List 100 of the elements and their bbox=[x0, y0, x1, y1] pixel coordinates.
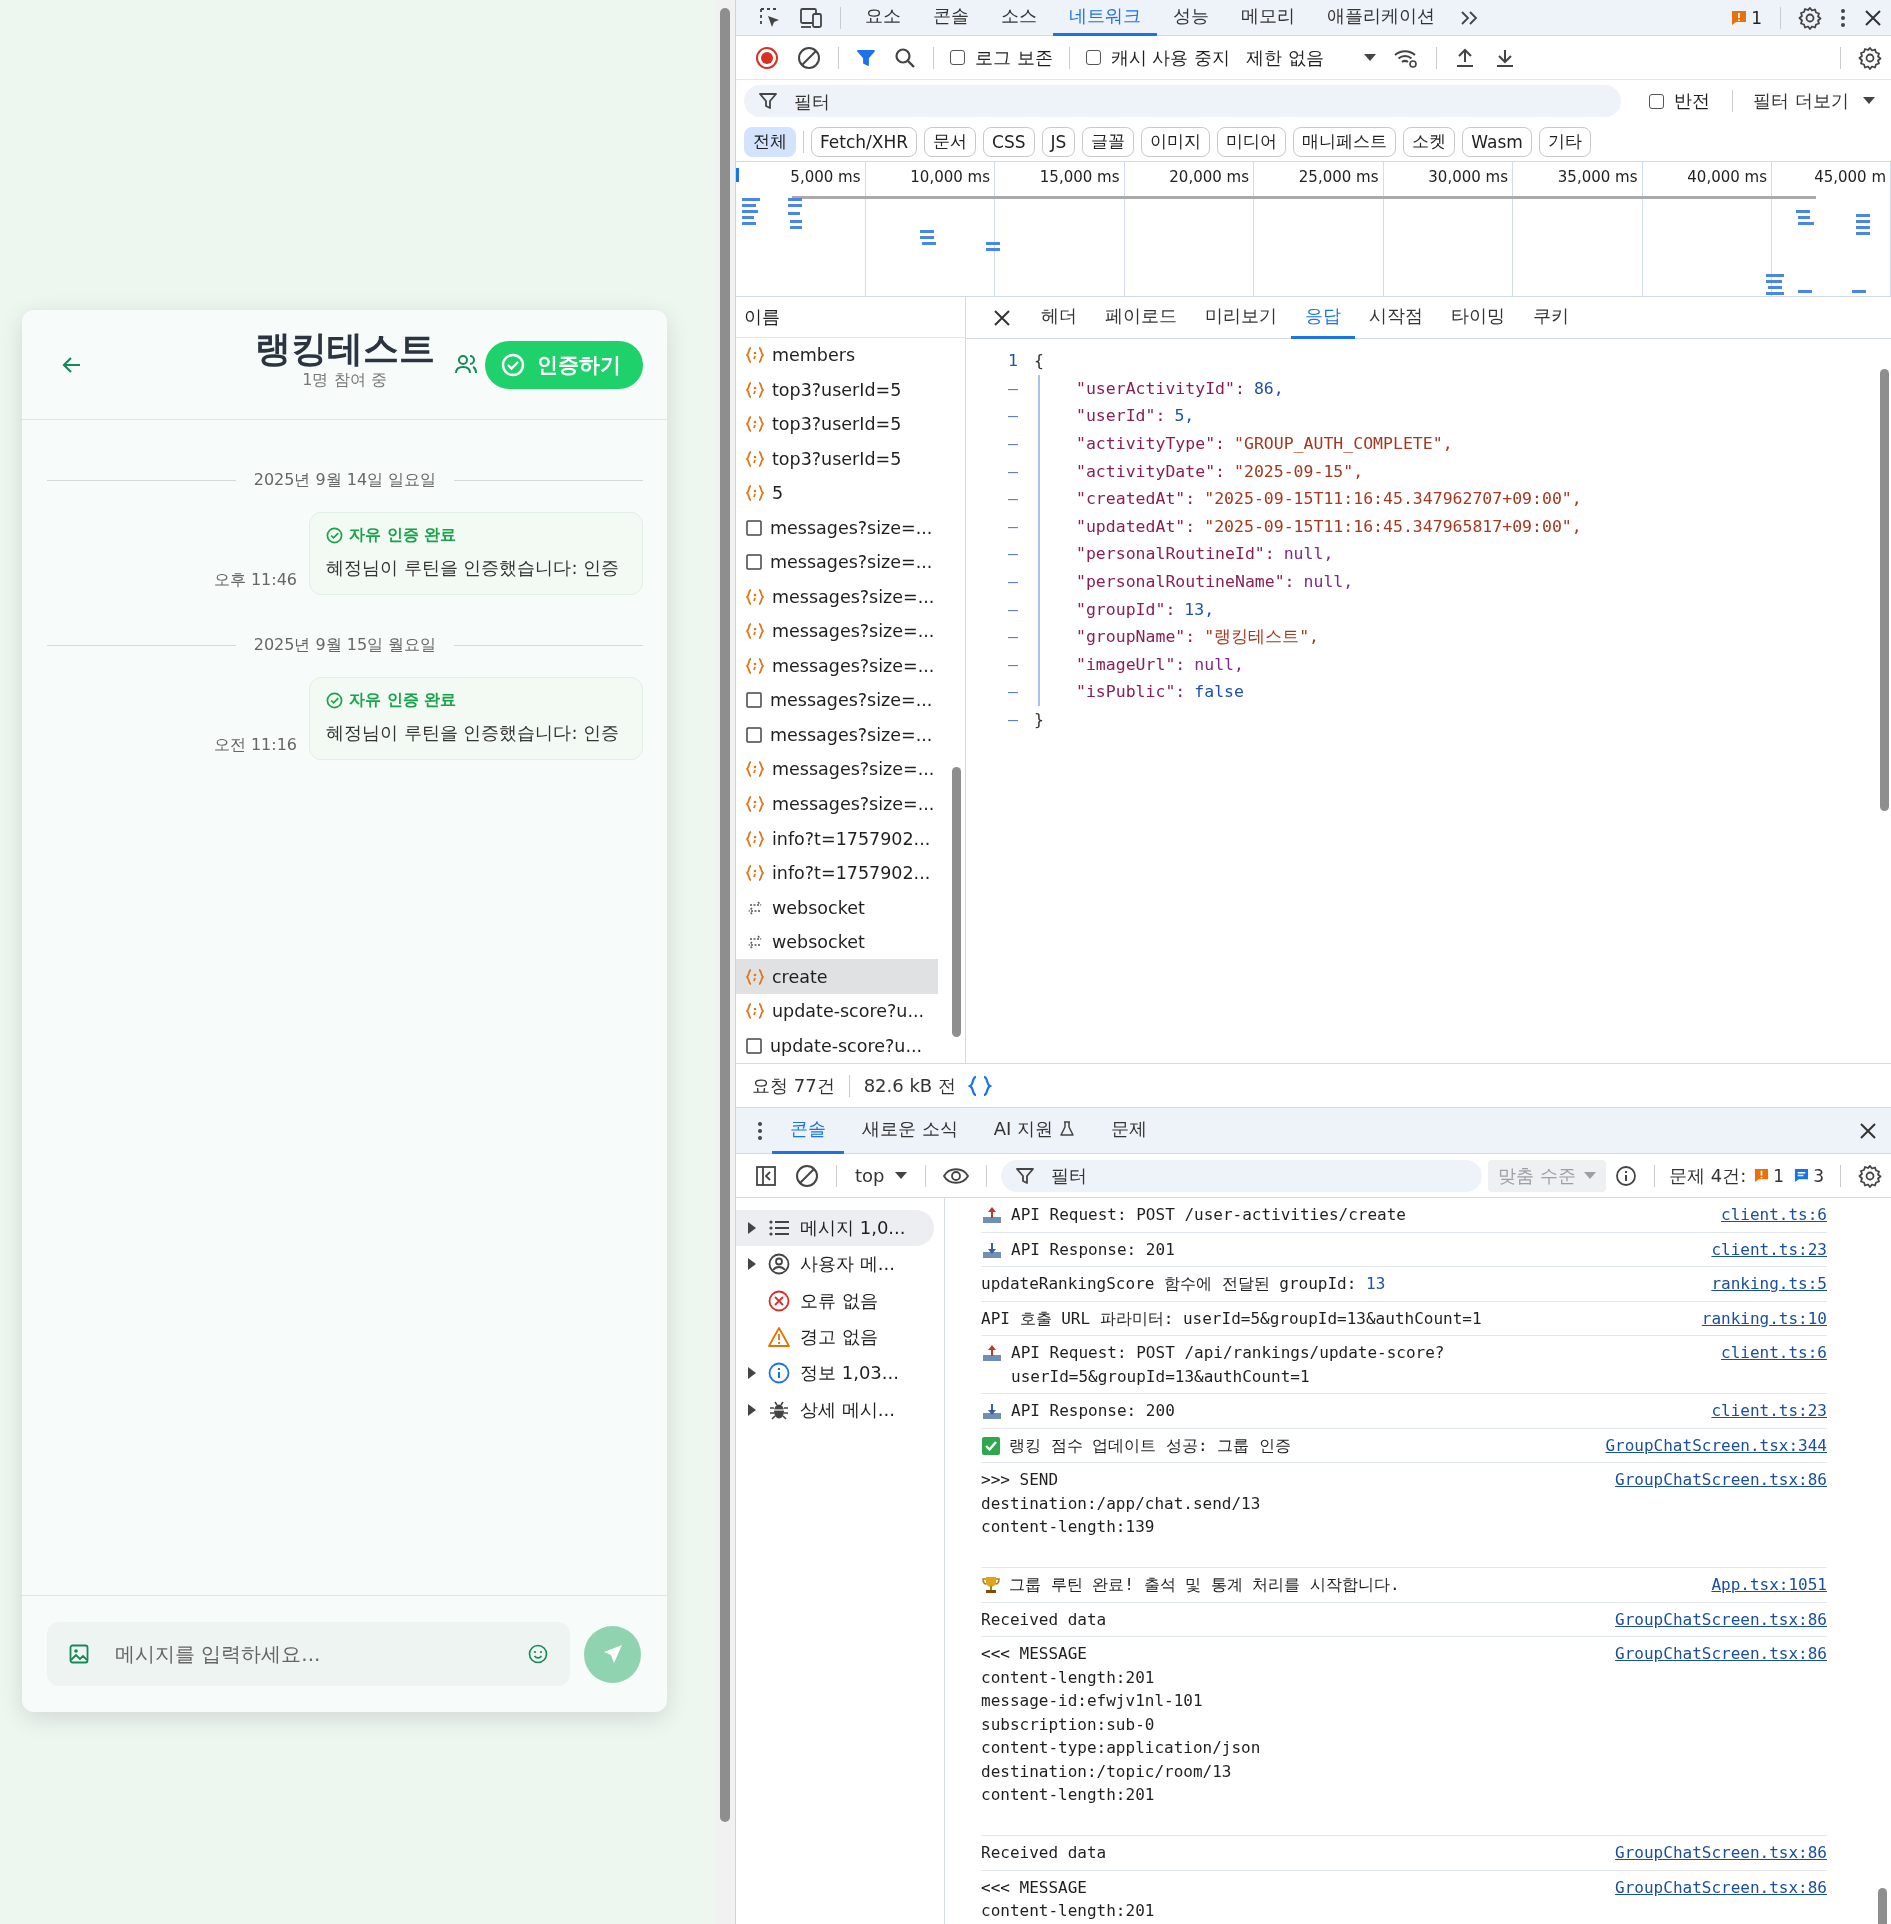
sidebar-item[interactable]: 사용자 메... bbox=[736, 1246, 934, 1283]
type-filter-chip[interactable]: CSS bbox=[983, 126, 1035, 157]
close-icon[interactable] bbox=[1864, 8, 1882, 27]
more-menu-icon[interactable] bbox=[757, 1120, 763, 1141]
braces-icon[interactable] bbox=[967, 1075, 992, 1096]
scrollbar[interactable] bbox=[1880, 369, 1889, 811]
source-link[interactable]: client.ts:6 bbox=[1721, 1203, 1827, 1227]
users-icon[interactable] bbox=[454, 352, 478, 376]
request-row[interactable]: messages?size=... bbox=[736, 683, 938, 718]
drawer-tab[interactable]: 콘솔 bbox=[772, 1107, 844, 1154]
type-filter-chip[interactable]: 이미지 bbox=[1141, 126, 1211, 157]
request-row[interactable]: top3?userId=5 bbox=[736, 441, 938, 476]
type-filter-chip[interactable]: 소켓 bbox=[1403, 126, 1456, 157]
type-filter-chip[interactable]: 글꼴 bbox=[1082, 126, 1135, 157]
type-filter-chip[interactable]: Wasm bbox=[1462, 126, 1532, 157]
type-filter-chip[interactable]: 미디어 bbox=[1217, 126, 1287, 157]
issues-badge[interactable]: 1 bbox=[1721, 7, 1772, 28]
expand-caret-icon[interactable] bbox=[748, 1367, 756, 1380]
detail-tab[interactable]: 응답 bbox=[1291, 296, 1355, 339]
emoji-icon[interactable] bbox=[528, 1644, 548, 1664]
console-settings-icon[interactable] bbox=[1858, 1163, 1882, 1188]
checkbox[interactable] bbox=[950, 50, 965, 65]
settings-icon[interactable] bbox=[1798, 5, 1822, 30]
source-link[interactable]: ranking.ts:10 bbox=[1701, 1306, 1827, 1330]
source-link[interactable]: GroupChatScreen.tsx:86 bbox=[1615, 1642, 1827, 1807]
sidebar-item[interactable]: 상세 메시... bbox=[736, 1391, 934, 1428]
clear-icon[interactable] bbox=[795, 1163, 819, 1188]
more-menu-icon[interactable] bbox=[1840, 7, 1846, 28]
request-row[interactable]: update-score?u... bbox=[736, 1028, 938, 1063]
request-row[interactable]: top3?userId=5 bbox=[736, 372, 938, 407]
column-header[interactable]: 이름 bbox=[744, 304, 780, 329]
request-row[interactable]: create bbox=[736, 959, 938, 994]
drawer-tab[interactable]: 문제 bbox=[1093, 1107, 1166, 1154]
request-row[interactable]: messages?size=... bbox=[736, 510, 938, 545]
console-filter-field[interactable]: 필터 bbox=[1000, 1159, 1483, 1192]
request-row[interactable]: messages?size=... bbox=[736, 752, 938, 787]
panel-tab[interactable]: 메모리 bbox=[1225, 0, 1311, 36]
filter-icon[interactable] bbox=[856, 47, 876, 68]
source-link[interactable]: client.ts:23 bbox=[1711, 1237, 1827, 1261]
close-icon[interactable] bbox=[993, 308, 1011, 327]
expand-caret-icon[interactable] bbox=[748, 1258, 756, 1271]
context-dropdown[interactable]: top bbox=[845, 1165, 917, 1186]
drawer-tab[interactable]: 새로운 소식 bbox=[844, 1107, 976, 1154]
throttling-dropdown[interactable]: 제한 없음 bbox=[1238, 45, 1384, 70]
source-link[interactable]: client.ts:6 bbox=[1721, 1341, 1827, 1388]
source-link[interactable]: GroupChatScreen.tsx:86 bbox=[1615, 1607, 1827, 1631]
source-link[interactable]: ranking.ts:5 bbox=[1711, 1272, 1827, 1296]
request-row[interactable]: messages?size=... bbox=[736, 614, 938, 649]
message-field[interactable]: 메시지를 입력하세요... bbox=[47, 1622, 570, 1686]
error-count-badge[interactable]: 1 bbox=[1752, 1165, 1787, 1186]
sidebar-item[interactable]: 경고 없음 bbox=[736, 1318, 934, 1356]
source-link[interactable]: App.tsx:1051 bbox=[1711, 1573, 1827, 1597]
source-link[interactable]: GroupChatScreen.tsx:344 bbox=[1605, 1433, 1827, 1457]
message-input[interactable]: 메시지를 입력하세요... bbox=[113, 1641, 504, 1667]
close-icon[interactable] bbox=[1859, 1121, 1877, 1140]
checkbox[interactable] bbox=[1649, 93, 1665, 109]
more-tabs-icon[interactable] bbox=[1460, 9, 1480, 26]
request-row[interactable]: websocket bbox=[736, 924, 938, 960]
expand-caret-icon[interactable] bbox=[748, 1403, 756, 1416]
sidebar-toggle-icon[interactable] bbox=[755, 1164, 777, 1187]
back-arrow-icon[interactable] bbox=[62, 354, 82, 375]
time-marker[interactable] bbox=[736, 168, 739, 182]
request-row[interactable]: messages?size=... bbox=[736, 786, 938, 822]
detail-tab[interactable]: 미리보기 bbox=[1191, 296, 1291, 339]
filter-icon[interactable] bbox=[1014, 1165, 1035, 1186]
panel-tab[interactable]: 네트워크 bbox=[1053, 0, 1157, 36]
request-row[interactable]: 5 bbox=[736, 475, 938, 511]
request-row[interactable]: messages?size=... bbox=[736, 545, 938, 580]
request-row[interactable]: websocket bbox=[736, 890, 938, 925]
filter-field[interactable]: 필터 bbox=[744, 85, 1622, 117]
detail-tab[interactable]: 쿠키 bbox=[1519, 296, 1583, 339]
source-link[interactable]: GroupChatScreen.tsx:86 bbox=[1615, 1875, 1827, 1923]
sidebar-item[interactable]: 메시지 1,0... bbox=[736, 1210, 934, 1247]
device-icon[interactable] bbox=[799, 6, 823, 29]
eye-icon[interactable] bbox=[942, 1166, 969, 1185]
source-link[interactable]: GroupChatScreen.tsx:86 bbox=[1615, 1468, 1827, 1539]
clear-icon[interactable] bbox=[797, 45, 821, 70]
source-link[interactable]: client.ts:23 bbox=[1711, 1399, 1827, 1423]
type-filter-chip[interactable]: 전체 bbox=[744, 126, 796, 157]
request-row[interactable]: messages?size=... bbox=[736, 579, 938, 615]
console-filter-input[interactable]: 필터 bbox=[1048, 1164, 1469, 1187]
request-row[interactable]: members bbox=[736, 337, 938, 373]
network-settings-icon[interactable] bbox=[1858, 45, 1882, 70]
type-filter-chip[interactable]: 기타 bbox=[1538, 126, 1591, 157]
filter-icon[interactable] bbox=[758, 91, 778, 111]
request-row[interactable]: messages?size=... bbox=[736, 648, 938, 684]
image-icon[interactable] bbox=[69, 1644, 89, 1664]
detail-tab[interactable]: 타이밍 bbox=[1437, 296, 1519, 339]
detail-tab[interactable]: 시작점 bbox=[1355, 296, 1437, 339]
inspect-icon[interactable] bbox=[759, 6, 781, 29]
panel-tab[interactable]: 소스 bbox=[985, 0, 1053, 36]
detail-tab[interactable]: 헤더 bbox=[1027, 296, 1091, 339]
type-filter-chip[interactable]: JS bbox=[1041, 126, 1076, 157]
search-icon[interactable] bbox=[894, 46, 916, 69]
request-row[interactable]: info?t=1757902... bbox=[736, 821, 938, 856]
info-icon[interactable] bbox=[1615, 1164, 1638, 1187]
panel-tab[interactable]: 요소 bbox=[849, 0, 917, 36]
type-filter-chip[interactable]: 매니페스트 bbox=[1293, 126, 1397, 157]
scrollbar[interactable] bbox=[720, 8, 730, 1822]
expand-caret-icon[interactable] bbox=[748, 1222, 756, 1235]
